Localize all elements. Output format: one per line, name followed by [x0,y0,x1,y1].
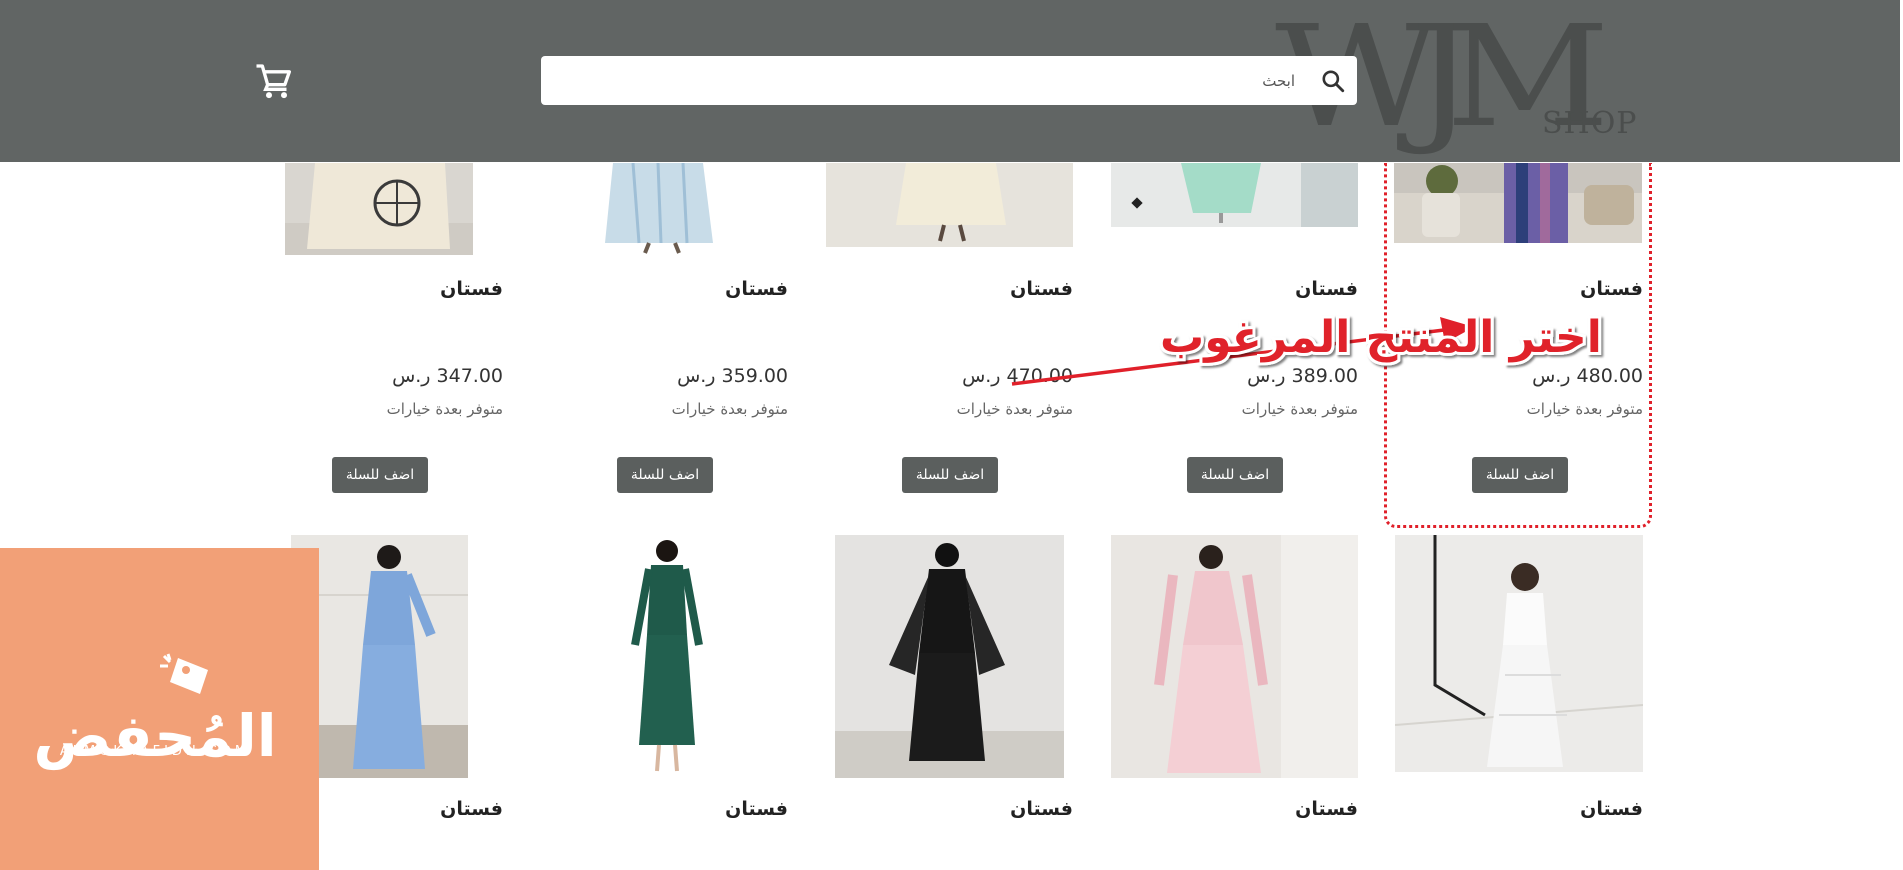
product-card[interactable]: فستان [1073,535,1358,845]
product-title[interactable]: فستان [788,278,1073,300]
product-image[interactable] [1111,535,1358,778]
logo-shop-text: SHOP [1542,106,1638,141]
add-to-cart-button[interactable]: اضف للسلة [1187,457,1283,493]
product-availability: متوفر بعدة خيارات [956,400,1073,418]
product-title[interactable]: فستان [1073,798,1358,820]
watermark-domain: ALMOKHAFIDH.COM [59,744,251,759]
product-image[interactable] [1111,163,1358,227]
site-header: WJM SHOP [0,0,1900,162]
product-image[interactable] [583,163,743,255]
product-title[interactable]: فستان [1358,798,1643,820]
search-bar [541,56,1357,105]
product-title[interactable]: فستان [503,798,788,820]
product-title[interactable]: فستان [503,278,788,300]
product-card[interactable]: فستان 389.00 ر.س متوفر بعدة خيارات اضف ل… [1073,163,1358,493]
product-image[interactable] [285,163,473,255]
product-card[interactable]: فستان [503,535,788,845]
product-image[interactable] [583,535,747,778]
product-availability: متوفر بعدة خيارات [386,400,503,418]
add-to-cart-button[interactable]: اضف للسلة [902,457,998,493]
product-availability: متوفر بعدة خيارات [1241,400,1358,418]
product-card[interactable]: فستان 359.00 ر.س متوفر بعدة خيارات اضف ل… [503,163,788,493]
selected-product-highlight [1384,163,1652,528]
product-card[interactable]: فستان 470.00 ر.س متوفر بعدة خيارات اضف ل… [788,163,1073,493]
product-image[interactable] [826,163,1073,247]
add-to-cart-button[interactable]: اضف للسلة [332,457,428,493]
product-card[interactable]: فستان [1358,535,1643,845]
product-image[interactable] [1395,535,1643,772]
product-card[interactable]: فستان 347.00 ر.س متوفر بعدة خيارات اضف ل… [218,163,503,493]
product-price: 470.00 ر.س [962,365,1073,387]
watermark-name: المُحفض [33,702,277,770]
product-card[interactable]: فستان [788,535,1073,845]
watermark-badge: المُحفض ALMOKHAFIDH.COM [0,548,319,870]
add-to-cart-button[interactable]: اضف للسلة [617,457,713,493]
product-title[interactable]: فستان [788,798,1073,820]
product-price: 347.00 ر.س [392,365,503,387]
search-input[interactable] [541,56,1309,105]
product-price: 359.00 ر.س [677,365,788,387]
product-availability: متوفر بعدة خيارات [671,400,788,418]
product-image[interactable] [835,535,1064,778]
search-icon[interactable] [1320,68,1346,94]
product-title[interactable]: فستان [218,278,503,300]
product-price: 389.00 ر.س [1247,365,1358,387]
product-title[interactable]: فستان [1073,278,1358,300]
cart-icon[interactable] [254,61,294,101]
